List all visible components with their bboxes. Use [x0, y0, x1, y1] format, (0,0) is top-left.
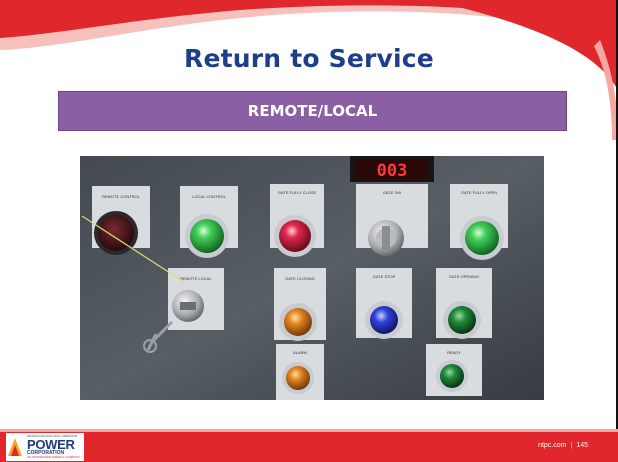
footer-bar [0, 429, 618, 462]
alarm-lamp: ALARM [276, 344, 324, 400]
svg-text:GATE OPENING: GATE OPENING [449, 274, 479, 279]
svg-text:LOCAL CONTROL: LOCAL CONTROL [192, 194, 226, 199]
remote-control-lamp: REMOTE CONTROL [92, 186, 150, 255]
svg-text:REMOTE CONTROL: REMOTE CONTROL [102, 194, 141, 199]
page-title: Return to Service [184, 44, 434, 73]
logo-tagline: AN INTEGRATED ENERGY COMPANY [27, 455, 81, 459]
company-logo: NEWFOUNDLAND AND LABRADOR POWER CORPORAT… [6, 433, 84, 461]
gate-fully-close-lamp: GATE FULLY CLOSE [270, 184, 324, 257]
slide: Return to Service REMOTE/LOCAL 003 REMOT… [0, 0, 618, 462]
page-number: 145 [576, 442, 588, 449]
logo-mark-icon [8, 438, 22, 456]
svg-text:GATE CLOSING: GATE CLOSING [285, 276, 315, 281]
svg-text:GATE FULLY CLOSE: GATE FULLY CLOSE [278, 190, 317, 195]
digital-display: 003 [350, 156, 434, 182]
gate-stop-lamp: GATE STOP [356, 268, 412, 339]
section-banner: REMOTE/LOCAL [58, 91, 567, 131]
gate-selector-switch: GATE SW [356, 184, 428, 256]
control-panel-photo: 003 REMOTE CONTROL LOCAL CONTROL GATE FU… [80, 156, 544, 400]
footer-separator: | [570, 442, 573, 449]
svg-text:REMOTE LOCAL: REMOTE LOCAL [180, 276, 212, 281]
footer-info: ntpc.com | 145 [538, 442, 588, 449]
section-banner-label: REMOTE/LOCAL [247, 102, 378, 120]
gate-closing-lamp: GATE CLOSING [274, 268, 326, 341]
display-readout: 003 [377, 161, 408, 181]
gate-opening-lamp: GATE OPENING [436, 268, 492, 339]
svg-text:ALARM: ALARM [293, 350, 307, 355]
local-control-lamp: LOCAL CONTROL [180, 186, 238, 258]
svg-text:GATE STOP: GATE STOP [373, 274, 396, 279]
svg-text:READY: READY [447, 350, 461, 355]
footer-site: ntpc.com [538, 442, 567, 449]
ready-lamp: READY [426, 344, 482, 396]
svg-text:GATE FULLY OPEN: GATE FULLY OPEN [461, 190, 497, 195]
svg-text:GATE SW: GATE SW [383, 190, 401, 195]
